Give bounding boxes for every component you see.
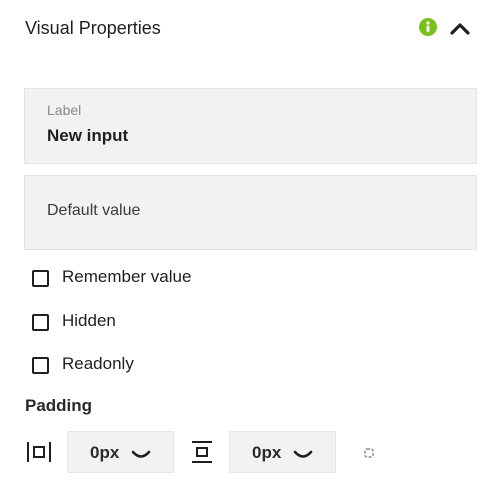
default-value-input[interactable] [47, 202, 447, 220]
horizontal-padding-icon [26, 440, 52, 464]
panel-header: Visual Properties [25, 14, 475, 44]
chevron-up-icon[interactable] [450, 20, 470, 36]
info-icon[interactable] [419, 18, 437, 36]
vertical-padding-value: 0px [252, 443, 282, 462]
padding-title: Padding [25, 396, 93, 415]
checkbox-label: Hidden [62, 311, 116, 330]
label-input[interactable] [47, 126, 447, 146]
panel-title: Visual Properties [25, 18, 161, 38]
chevron-down-icon [131, 448, 151, 460]
link-toggle-icon[interactable] [363, 446, 375, 458]
chevron-down-icon [293, 448, 313, 460]
checkbox-box[interactable] [32, 314, 49, 331]
remember-value-checkbox[interactable]: Remember value [32, 266, 282, 290]
vertical-padding-select[interactable]: 0px [229, 431, 336, 473]
vertical-padding-icon [190, 440, 216, 464]
horizontal-padding-value: 0px [90, 443, 120, 462]
label-field-caption: Label [47, 102, 82, 118]
readonly-checkbox[interactable]: Readonly [32, 353, 282, 377]
checkbox-box[interactable] [32, 357, 49, 374]
checkbox-label: Remember value [62, 267, 192, 286]
default-value-field[interactable] [24, 175, 477, 250]
horizontal-padding-select[interactable]: 0px [67, 431, 174, 473]
hidden-checkbox[interactable]: Hidden [32, 310, 282, 334]
label-field[interactable]: Label [24, 88, 477, 164]
checkbox-box[interactable] [32, 270, 49, 287]
checkbox-label: Readonly [62, 354, 134, 373]
